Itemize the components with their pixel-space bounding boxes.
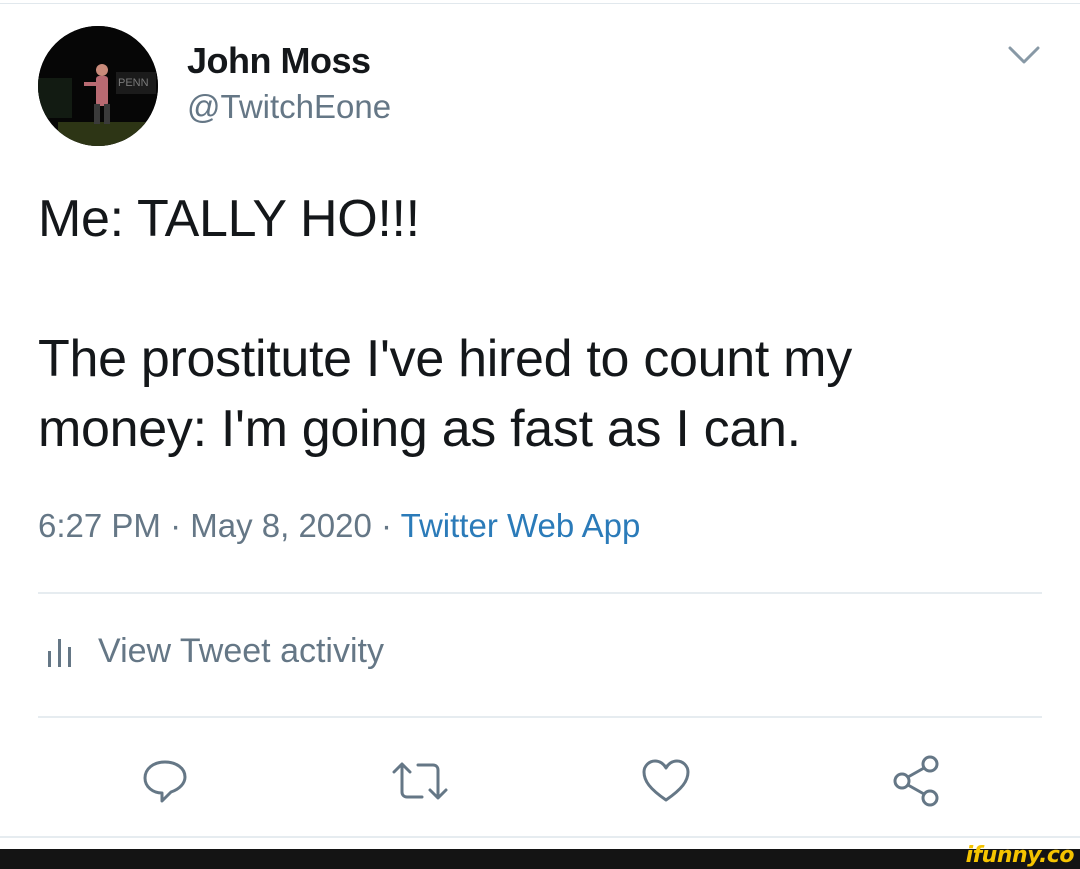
- divider: [38, 592, 1042, 594]
- view-tweet-activity[interactable]: View Tweet activity: [44, 632, 384, 671]
- share-button[interactable]: [888, 752, 946, 810]
- tweet-text: Me: TALLY HO!!! The prostitute I've hire…: [38, 190, 852, 458]
- tweet-source[interactable]: Twitter Web App: [401, 507, 641, 544]
- avatar-photo: PENN: [38, 26, 158, 146]
- ifunny-watermark: ifunny.co: [965, 843, 1075, 868]
- divider: [0, 836, 1080, 838]
- chevron-down-icon[interactable]: [1006, 40, 1042, 68]
- reply-button[interactable]: [136, 752, 194, 810]
- like-button[interactable]: [637, 752, 695, 810]
- retweet-icon: [392, 762, 448, 800]
- tweet-date[interactable]: May 8, 2020: [190, 507, 372, 544]
- avatar[interactable]: PENN: [38, 26, 158, 146]
- reply-icon: [143, 760, 187, 803]
- view-tweet-activity-label: View Tweet activity: [98, 632, 384, 670]
- retweet-button[interactable]: [385, 752, 455, 810]
- author-handle[interactable]: @TwitchEone: [187, 88, 391, 126]
- tweet-meta: 6:27 PM · May 8, 2020 · Twitter Web App: [38, 507, 640, 545]
- meta-separator: ·: [381, 507, 393, 544]
- like-icon: [642, 759, 690, 802]
- top-border: [0, 3, 1080, 4]
- analytics-icon: [48, 638, 71, 667]
- meta-separator: ·: [170, 507, 182, 544]
- tweet-time[interactable]: 6:27 PM: [38, 507, 161, 544]
- avatar-sign-text: PENN: [118, 77, 149, 89]
- share-icon: [893, 755, 939, 807]
- divider: [38, 716, 1042, 718]
- watermark-bar: [0, 849, 1080, 869]
- author-display-name[interactable]: John Moss: [187, 40, 371, 82]
